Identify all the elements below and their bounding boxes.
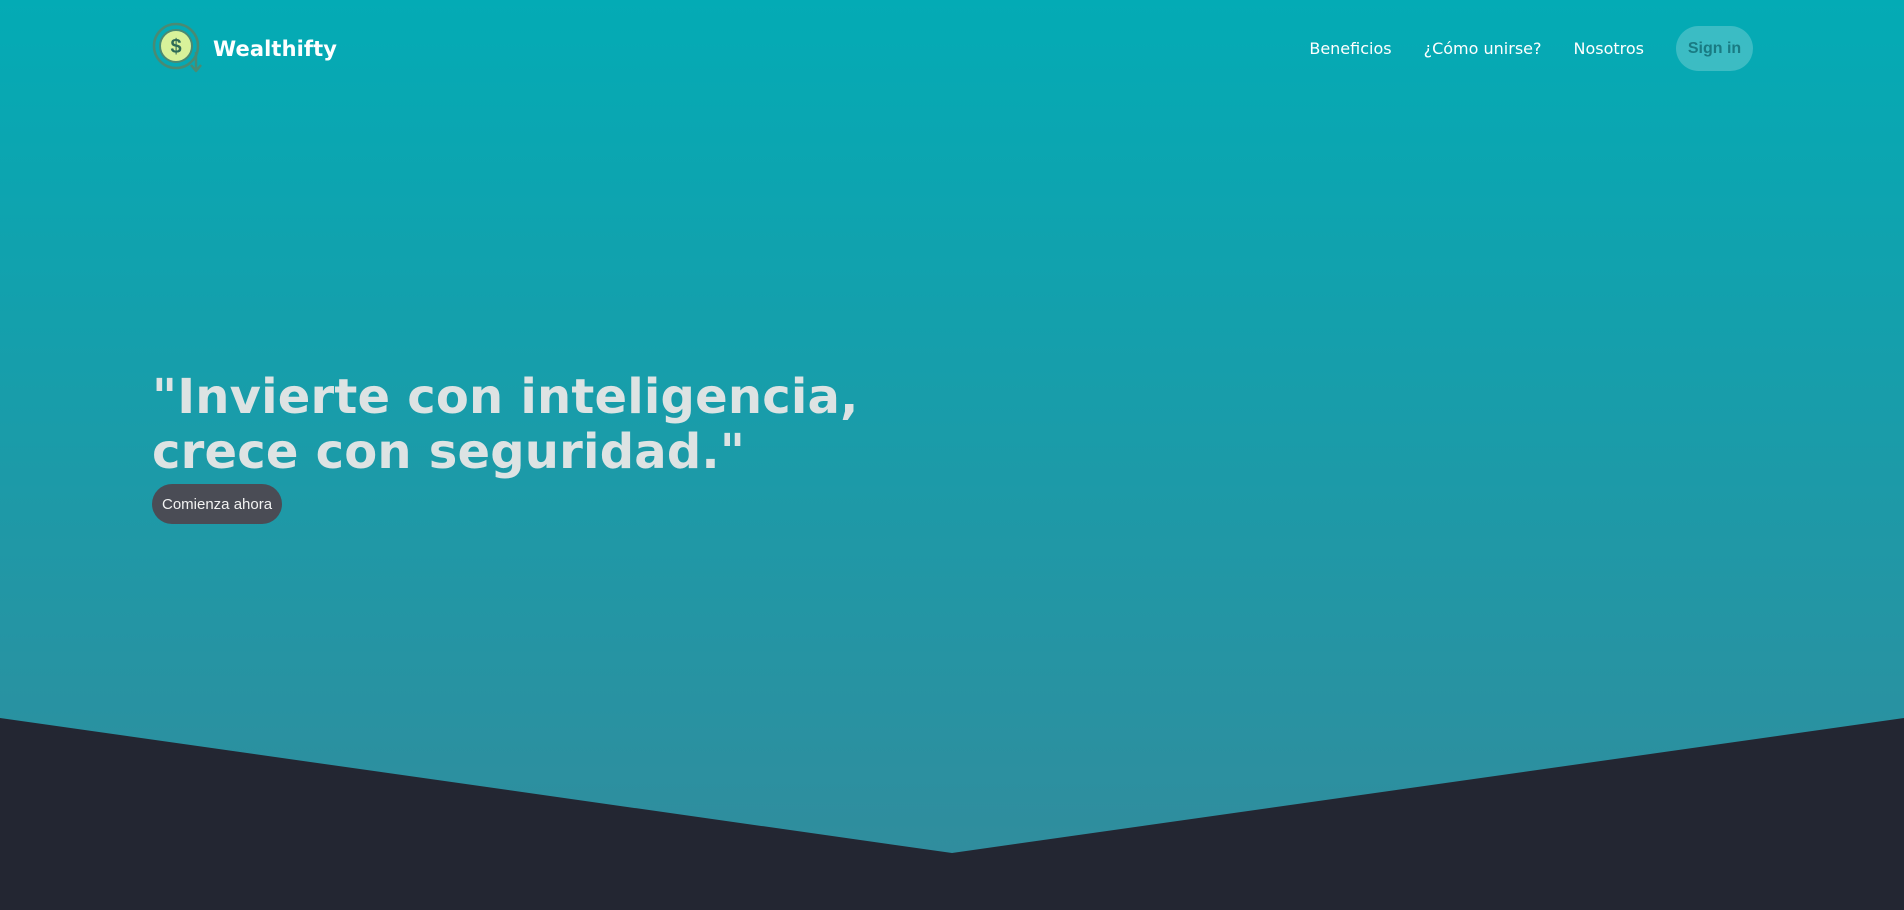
hero-content: "Invierte con inteligencia, crece con se… (152, 370, 859, 524)
nav-link-como-unirse[interactable]: ¿Cómo unirse? (1424, 39, 1542, 58)
hero-headline-line-2: crece con seguridad." (152, 424, 746, 480)
sign-in-button[interactable]: Sign in (1676, 26, 1753, 71)
dollar-coin-icon: $ (152, 22, 202, 73)
brand-logo-link[interactable]: $ Wealthifty (152, 22, 337, 76)
nav-links: Beneficios ¿Cómo unirse? Nosotros Sign i… (1309, 26, 1753, 71)
nav-link-nosotros[interactable]: Nosotros (1573, 39, 1644, 58)
start-now-button[interactable]: Comienza ahora (152, 484, 283, 524)
brand-name: Wealthifty (213, 37, 338, 61)
svg-text:$: $ (170, 36, 181, 58)
navbar: $ Wealthifty Beneficios ¿Cómo unirse? No… (0, 0, 1904, 96)
nav-link-beneficios[interactable]: Beneficios (1309, 39, 1391, 58)
hero-headline-line-1: "Invierte con inteligencia, (152, 369, 859, 425)
hero-headline: "Invierte con inteligencia, crece con se… (152, 370, 859, 480)
hero-section: $ Wealthifty Beneficios ¿Cómo unirse? No… (0, 0, 1904, 910)
